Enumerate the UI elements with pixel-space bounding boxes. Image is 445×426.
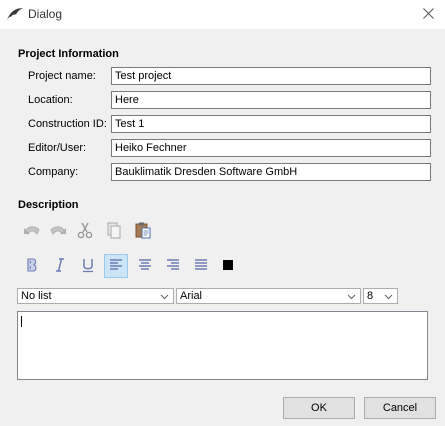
description-editor[interactable] — [17, 311, 428, 380]
company-input[interactable] — [111, 163, 431, 181]
align-justify-button[interactable] — [189, 254, 213, 278]
location-input[interactable] — [111, 91, 431, 109]
text-caret — [21, 316, 22, 327]
redo-button[interactable] — [46, 219, 70, 243]
project-name-input[interactable] — [111, 67, 431, 85]
text-color-icon — [223, 259, 233, 273]
chevron-down-icon — [160, 292, 169, 301]
italic-icon — [52, 257, 68, 276]
description-heading: Description — [18, 199, 79, 211]
company-label: Company: — [28, 166, 79, 178]
font-size-select[interactable]: 8 — [363, 288, 398, 304]
align-center-icon — [137, 257, 153, 276]
align-right-icon — [165, 257, 181, 276]
chevron-down-icon — [384, 292, 393, 301]
bold-icon — [24, 257, 40, 276]
font-family-value: Arial — [180, 290, 203, 302]
paste-button[interactable] — [131, 219, 155, 243]
project-name-label: Project name: — [28, 70, 96, 82]
bird-logo-icon — [6, 6, 24, 22]
align-left-button[interactable] — [104, 254, 128, 278]
copy-icon — [105, 221, 123, 242]
list-style-select[interactable]: No list — [17, 288, 174, 304]
editor-user-input[interactable] — [111, 139, 431, 157]
project-information-heading: Project Information — [18, 48, 119, 60]
bold-button[interactable] — [20, 254, 44, 278]
close-button[interactable] — [411, 0, 445, 29]
font-size-value: 8 — [367, 290, 374, 302]
align-left-icon — [108, 257, 124, 276]
paste-icon — [134, 221, 152, 242]
editor-user-label: Editor/User: — [28, 142, 87, 154]
italic-button[interactable] — [48, 254, 72, 278]
redo-icon — [48, 222, 68, 241]
cut-icon — [76, 221, 94, 242]
cut-button[interactable] — [73, 219, 97, 243]
cancel-button[interactable]: Cancel — [364, 397, 436, 419]
copy-button[interactable] — [102, 219, 126, 243]
close-icon — [422, 7, 434, 22]
construction-id-label: Construction ID: — [28, 118, 107, 130]
undo-button[interactable] — [20, 219, 44, 243]
list-style-value: No list — [21, 290, 52, 302]
window-title: Dialog — [28, 7, 63, 21]
underline-icon — [80, 257, 96, 276]
underline-button[interactable] — [76, 254, 100, 278]
align-center-button[interactable] — [133, 254, 157, 278]
ok-button[interactable]: OK — [283, 397, 355, 419]
align-right-button[interactable] — [161, 254, 185, 278]
construction-id-input[interactable] — [111, 115, 431, 133]
title-bar: Dialog — [0, 0, 445, 29]
text-color-button[interactable] — [216, 254, 240, 278]
align-justify-icon — [193, 257, 209, 276]
undo-icon — [22, 222, 42, 241]
location-label: Location: — [28, 94, 73, 106]
font-family-select[interactable]: Arial — [176, 288, 361, 304]
chevron-down-icon — [347, 292, 356, 301]
